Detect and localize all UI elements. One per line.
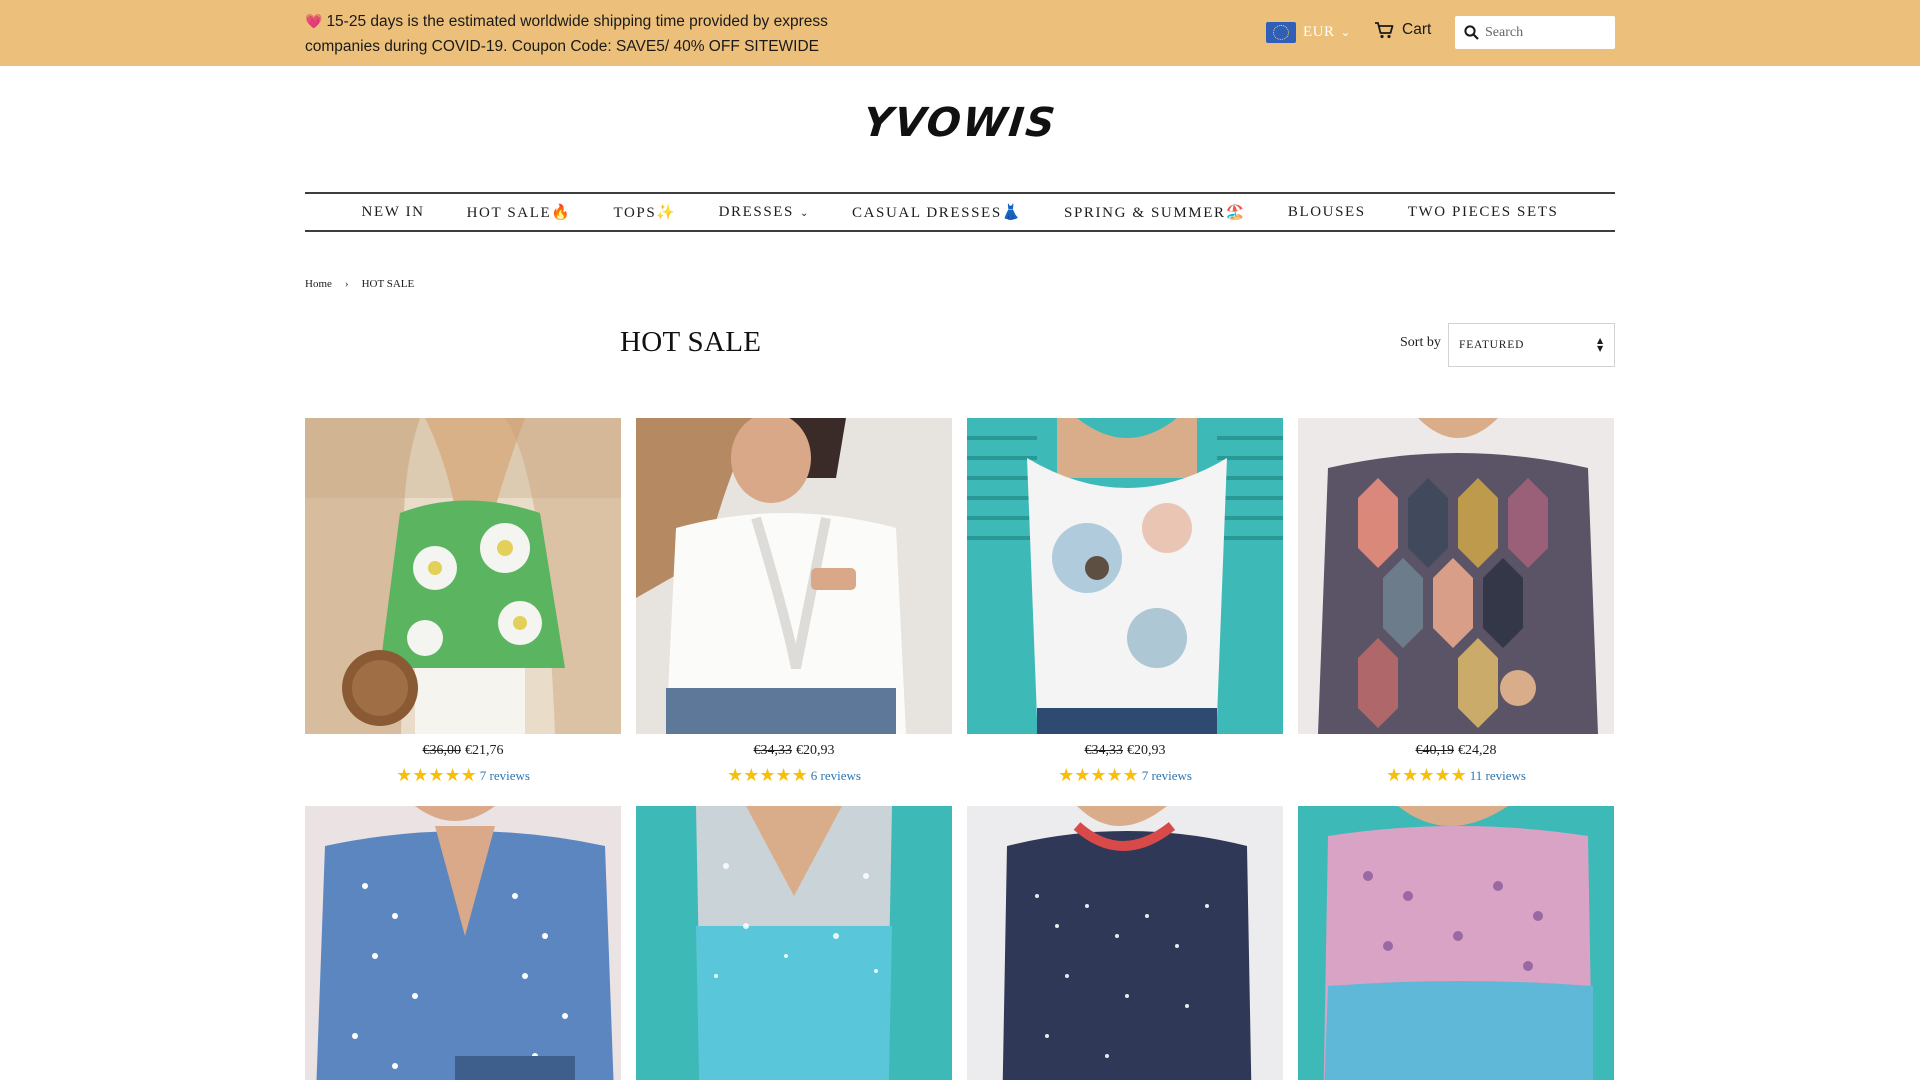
product-rating: ★★★★★ 7 reviews [305, 765, 621, 786]
product-image[interactable] [305, 806, 621, 1080]
page-title: HOT SALE [620, 326, 762, 358]
sale-price: €21,76 [465, 743, 504, 758]
cart-icon [1375, 22, 1394, 39]
chevron-down-icon: ⌄ [799, 207, 810, 219]
product-image[interactable] [967, 418, 1283, 734]
heart-icon: 💗 [305, 13, 323, 29]
search-icon[interactable] [1464, 25, 1479, 40]
site-logo[interactable]: YVOWIS [0, 100, 1920, 146]
product-price: €34,33 €20,93 [636, 743, 952, 759]
product-card[interactable]: €40,19 €24,28 ★★★★★ 11 reviews [1298, 418, 1614, 786]
sort-value: FEATURED [1459, 339, 1525, 351]
nav-item-tops[interactable]: TOPS✨ [614, 203, 677, 222]
reviews-link[interactable]: 7 reviews [1142, 768, 1192, 784]
main-nav: NEW IN HOT SALE🔥 TOPS✨ DRESSES ⌄ CASUAL D… [305, 192, 1615, 232]
sale-price: €24,28 [1458, 743, 1497, 758]
sort-arrows-icon: ▲ ▼ [1597, 336, 1604, 353]
currency-code: EUR [1303, 23, 1335, 40]
product-card[interactable]: €34,33 €20,93 ★★★★★ 7 reviews [967, 418, 1283, 786]
product-image[interactable] [636, 418, 952, 734]
sort-label: Sort by [1400, 335, 1441, 350]
reviews-link[interactable]: 7 reviews [480, 768, 530, 784]
star-rating-icon: ★★★★★ [1386, 765, 1467, 786]
cart-label: Cart [1402, 21, 1432, 38]
announcement-bar: 💗 15-25 days is the estimated worldwide s… [0, 0, 1920, 66]
nav-item-hot-sale[interactable]: HOT SALE🔥 [467, 203, 572, 222]
product-card[interactable] [305, 806, 621, 1080]
product-price: €36,00 €21,76 [305, 743, 621, 759]
star-rating-icon: ★★★★★ [1058, 765, 1139, 786]
nav-item-dresses-label: DRESSES [718, 203, 794, 220]
search-input[interactable] [1485, 24, 1610, 41]
currency-selector[interactable]: EUR ⌄ [1266, 20, 1351, 44]
nav-item-spring-summer[interactable]: SPRING & SUMMER🏖️ [1064, 203, 1246, 222]
product-price: €40,19 €24,28 [1298, 743, 1614, 759]
breadcrumb: Home › HOT SALE [305, 278, 414, 290]
product-price: €34,33 €20,93 [967, 743, 1283, 759]
nav-item-new-in[interactable]: NEW IN [362, 204, 425, 221]
search-box[interactable] [1455, 16, 1615, 49]
reviews-link[interactable]: 6 reviews [811, 768, 861, 784]
chevron-down-icon: ⌄ [1340, 25, 1351, 39]
product-rating: ★★★★★ 7 reviews [967, 765, 1283, 786]
sale-price: €20,93 [796, 743, 835, 758]
star-rating-icon: ★★★★★ [727, 765, 808, 786]
sale-price: €20,93 [1127, 743, 1166, 758]
announcement-text: 15-25 days is the estimated worldwide sh… [305, 13, 828, 55]
breadcrumb-current: HOT SALE [361, 278, 415, 290]
product-card[interactable] [1298, 806, 1614, 1080]
product-card[interactable]: €36,00 €21,76 ★★★★★ 7 reviews [305, 418, 621, 786]
sort-select[interactable]: FEATURED ▲ ▼ [1448, 323, 1615, 367]
announcement-text-block: 💗 15-25 days is the estimated worldwide s… [305, 9, 865, 59]
product-card[interactable]: €34,33 €20,93 ★★★★★ 6 reviews [636, 418, 952, 786]
star-rating-icon: ★★★★★ [396, 765, 477, 786]
compare-price: €40,19 [1415, 743, 1455, 758]
compare-price: €34,33 [1084, 743, 1124, 758]
cart-link[interactable]: Cart [1374, 21, 1431, 39]
product-image[interactable] [305, 418, 621, 734]
breadcrumb-home[interactable]: Home [305, 278, 332, 290]
reviews-link[interactable]: 11 reviews [1470, 768, 1526, 784]
product-image[interactable] [1298, 806, 1614, 1080]
nav-item-casual-dresses[interactable]: CASUAL DRESSES👗 [852, 203, 1022, 222]
nav-item-dresses[interactable]: DRESSES ⌄ [719, 204, 810, 221]
product-card[interactable] [967, 806, 1283, 1080]
product-image[interactable] [967, 806, 1283, 1080]
product-rating: ★★★★★ 11 reviews [1298, 765, 1614, 786]
product-image[interactable] [1298, 418, 1614, 734]
product-image[interactable] [636, 806, 952, 1080]
product-rating: ★★★★★ 6 reviews [636, 765, 952, 786]
product-card[interactable] [636, 806, 952, 1080]
breadcrumb-separator: › [344, 278, 349, 290]
eu-flag-icon [1266, 21, 1296, 43]
compare-price: €36,00 [422, 743, 462, 758]
nav-item-blouses[interactable]: BLOUSES [1288, 204, 1366, 221]
nav-item-two-pieces-sets[interactable]: TWO PIECES SETS [1408, 204, 1559, 221]
compare-price: €34,33 [753, 743, 793, 758]
